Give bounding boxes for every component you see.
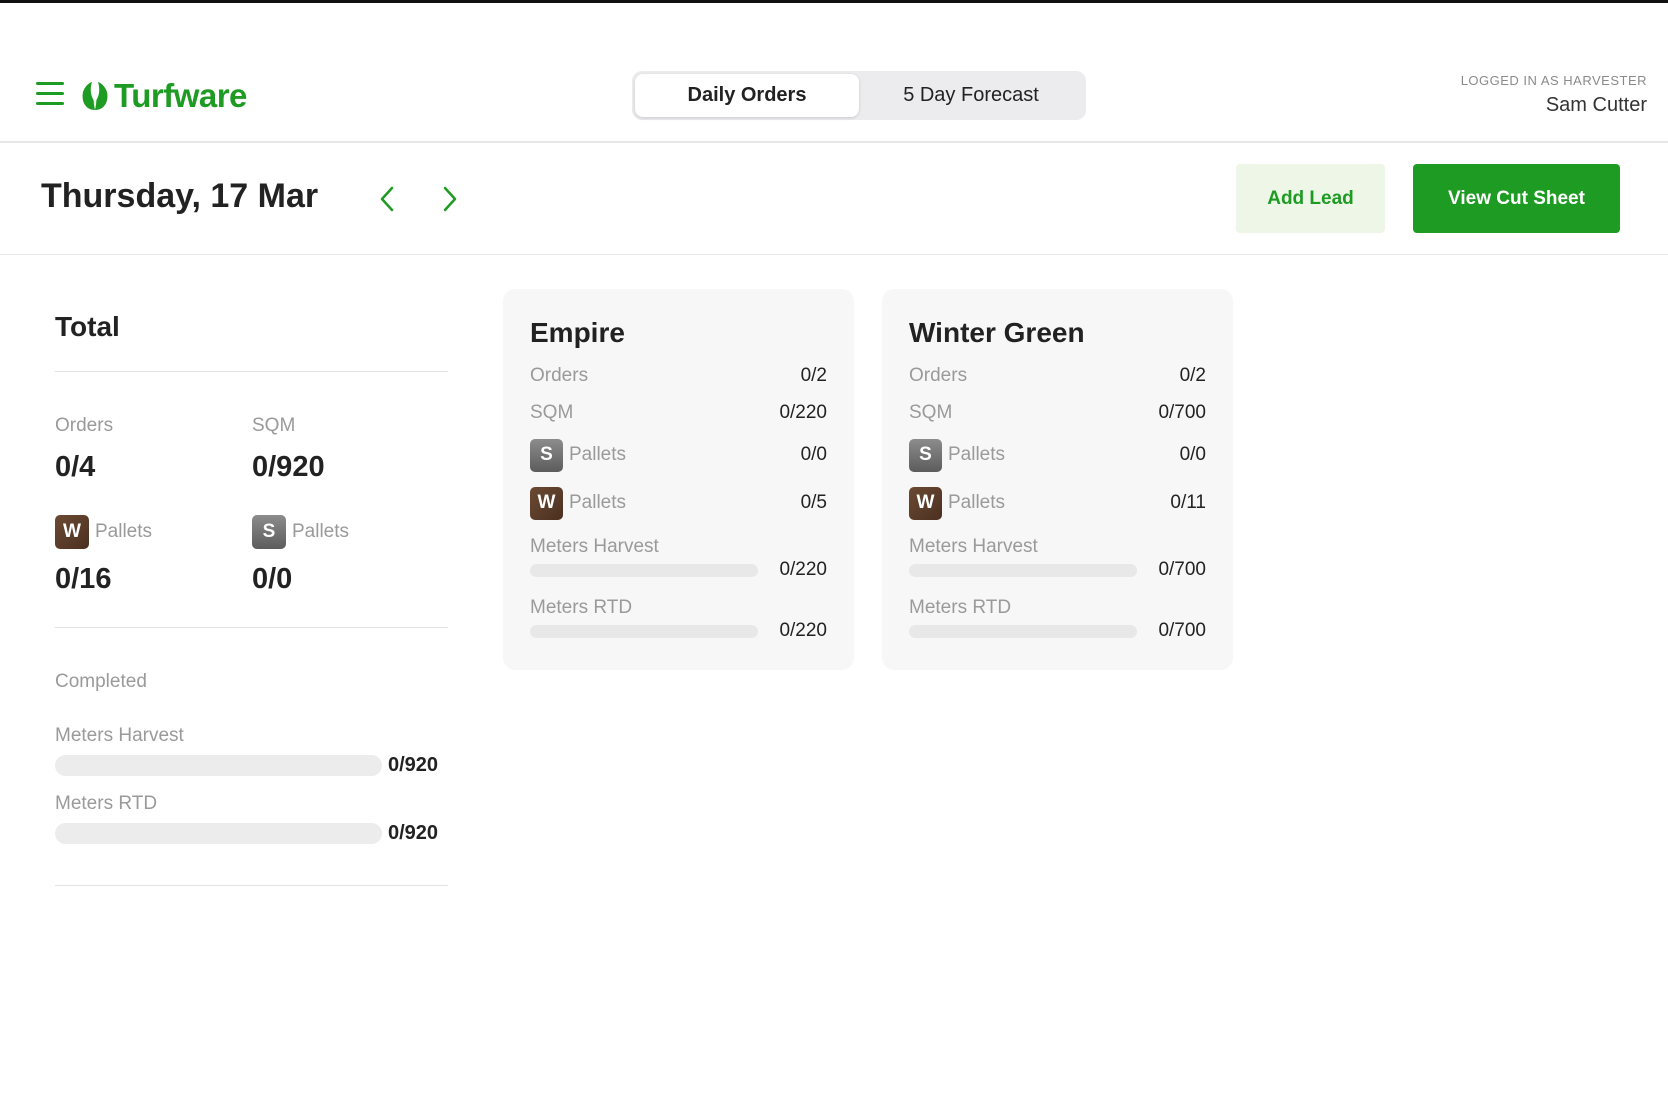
total-title: Total: [55, 311, 120, 342]
app-name: Turfware: [114, 77, 247, 114]
card-s-pallets-row: S Pallets 0/0: [909, 438, 1206, 472]
turf-card-empire[interactable]: Empire Orders 0/2 SQM 0/220 S Pallets 0/…: [503, 289, 854, 670]
card-orders-row: Orders 0/2: [909, 361, 1206, 391]
total-orders-value: 0/4: [55, 451, 96, 483]
wood-pallet-badge-icon: W: [55, 515, 89, 549]
card-sqm-row: SQM 0/700: [909, 398, 1206, 428]
card-sqm-row: SQM 0/220: [530, 398, 827, 428]
steel-pallet-badge-icon: S: [252, 515, 286, 549]
user-role-label: LOGGED IN AS HARVESTER: [1460, 73, 1647, 88]
tab-5-day-forecast[interactable]: 5 Day Forecast: [859, 74, 1083, 117]
sqm-value: 0/700: [1158, 402, 1206, 423]
chevron-right-icon: [443, 186, 457, 212]
meters-harvest-progress: [909, 564, 1137, 577]
w-pallets-value: 0/11: [1170, 492, 1206, 513]
divider: [55, 885, 448, 886]
steel-pallet-badge-icon: S: [909, 438, 942, 472]
w-pallets-value: 0/5: [800, 492, 827, 513]
prev-day-button[interactable]: [369, 181, 405, 217]
card-w-pallets-row: W Pallets 0/11: [909, 486, 1206, 520]
orders-value: 0/2: [1179, 365, 1206, 386]
orders-label: Orders: [909, 365, 968, 386]
total-meters-harvest-progress: [55, 755, 382, 776]
pallets-label: Pallets: [569, 492, 627, 513]
card-title: Winter Green: [909, 317, 1085, 348]
meters-rtd-value: 0/220: [779, 620, 827, 641]
meters-harvest-progress: [530, 564, 758, 577]
date-bar: Thursday, 17 Mar Add Lead View Cut Sheet: [0, 145, 1668, 255]
meters-rtd-label: Meters RTD: [530, 597, 633, 618]
meters-harvest-label: Meters Harvest: [909, 536, 1038, 557]
leaf-logo-icon: [82, 82, 108, 110]
pallets-label: Pallets: [569, 444, 627, 465]
view-cut-sheet-button[interactable]: View Cut Sheet: [1413, 164, 1620, 233]
total-sqm-value: 0/920: [252, 451, 325, 483]
total-s-pallets-value: 0/0: [252, 563, 293, 595]
total-sqm-label: SQM: [252, 415, 296, 436]
s-pallets-value: 0/0: [1179, 444, 1206, 465]
total-meters-rtd-value: 0/920: [388, 822, 439, 844]
add-lead-button[interactable]: Add Lead: [1236, 164, 1385, 233]
meters-rtd-value: 0/700: [1158, 620, 1206, 641]
meters-harvest-label: Meters Harvest: [530, 536, 659, 557]
orders-value: 0/2: [800, 365, 827, 386]
total-s-pallets-label: S Pallets: [252, 515, 349, 549]
app-header: Turfware Daily Orders 5 Day Forecast LOG…: [0, 3, 1668, 143]
total-meters-harvest-label: Meters Harvest: [55, 725, 184, 746]
total-w-pallets-value: 0/16: [55, 563, 112, 595]
total-meters-harvest-value: 0/920: [388, 754, 439, 776]
app-logo[interactable]: Turfware: [80, 76, 247, 116]
meters-harvest-value: 0/700: [1158, 559, 1206, 580]
tab-daily-orders[interactable]: Daily Orders: [635, 74, 859, 117]
pallets-label: Pallets: [948, 444, 1006, 465]
orders-label: Orders: [530, 365, 589, 386]
meters-harvest-value: 0/220: [779, 559, 827, 580]
meters-rtd-progress: [530, 625, 758, 638]
sqm-label: SQM: [530, 402, 574, 423]
pallets-label: Pallets: [292, 521, 350, 542]
total-meters-rtd-label: Meters RTD: [55, 793, 158, 814]
total-orders-label: Orders: [55, 415, 114, 436]
meters-rtd-progress: [909, 625, 1137, 638]
completed-label: Completed: [55, 671, 147, 692]
divider: [55, 627, 448, 628]
divider: [55, 371, 448, 372]
wood-pallet-badge-icon: W: [909, 486, 942, 520]
pallets-label: Pallets: [95, 521, 153, 542]
sqm-value: 0/220: [779, 402, 827, 423]
wood-pallet-badge-icon: W: [530, 486, 563, 520]
chevron-left-icon: [380, 186, 394, 212]
turf-card-winter-green[interactable]: Winter Green Orders 0/2 SQM 0/700 S Pall…: [882, 289, 1233, 670]
user-name[interactable]: Sam Cutter: [1461, 94, 1647, 117]
sqm-label: SQM: [909, 402, 953, 423]
view-tabs: Daily Orders 5 Day Forecast: [632, 71, 1086, 120]
total-meters-rtd-progress: [55, 823, 382, 844]
meters-rtd-label: Meters RTD: [909, 597, 1012, 618]
card-orders-row: Orders 0/2: [530, 361, 827, 391]
total-w-pallets-label: W Pallets: [55, 515, 152, 549]
hamburger-menu-icon[interactable]: [36, 82, 64, 106]
steel-pallet-badge-icon: S: [530, 438, 563, 472]
card-s-pallets-row: S Pallets 0/0: [530, 438, 827, 472]
pallets-label: Pallets: [948, 492, 1006, 513]
card-title: Empire: [530, 317, 625, 348]
s-pallets-value: 0/0: [800, 444, 827, 465]
user-info: LOGGED IN AS HARVESTER Sam Cutter: [1461, 73, 1647, 117]
page-title: Thursday, 17 Mar: [41, 177, 319, 215]
card-w-pallets-row: W Pallets 0/5: [530, 486, 827, 520]
next-day-button[interactable]: [432, 181, 468, 217]
